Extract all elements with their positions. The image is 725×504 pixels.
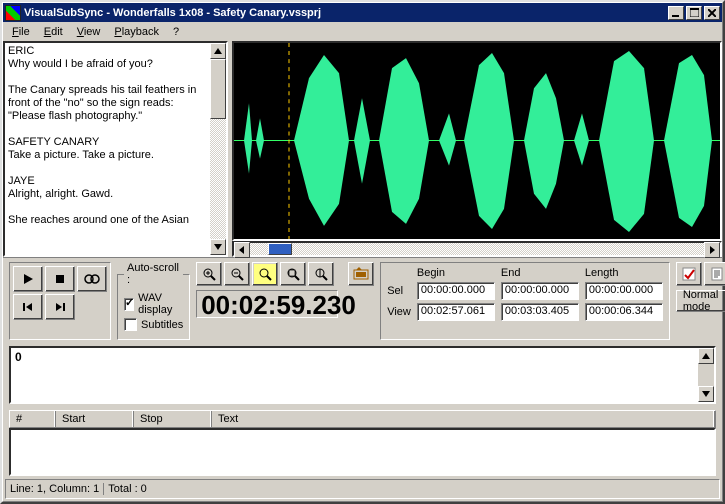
minimize-button[interactable] xyxy=(668,6,684,20)
titlebar[interactable]: VisualSubSync - Wonderfalls 1x08 - Safet… xyxy=(3,3,722,22)
close-button[interactable] xyxy=(704,6,720,20)
zoom-all-button[interactable] xyxy=(280,262,306,286)
zoom-in-button[interactable] xyxy=(196,262,222,286)
error-check-button[interactable] xyxy=(676,262,702,286)
autoscroll-group: Auto-scroll : WAV display Subtitles xyxy=(117,262,190,340)
script-pane[interactable]: ERIC Why would I be afraid of you? The C… xyxy=(3,41,228,257)
waveform-display[interactable] xyxy=(232,41,722,241)
app-icon xyxy=(5,5,21,21)
prev-button[interactable] xyxy=(13,294,43,320)
script-scrollbar[interactable] xyxy=(210,43,226,255)
sel-end-field[interactable]: 00:00:00.000 xyxy=(501,282,579,300)
statusbar: Line: 1, Column: 1 Total : 0 xyxy=(5,479,720,499)
status-total: Total : 0 xyxy=(108,483,147,495)
view-end-field[interactable]: 00:03:03.405 xyxy=(501,303,579,321)
autoscroll-wav-checkbox[interactable]: WAV display xyxy=(124,292,183,316)
scroll-down-button[interactable] xyxy=(210,239,226,255)
col-stop[interactable]: Stop xyxy=(134,411,212,427)
stop-button[interactable] xyxy=(45,266,75,292)
sel-length-field[interactable]: 00:00:00.000 xyxy=(585,282,663,300)
label-sel: Sel xyxy=(387,285,411,297)
scroll-up-button[interactable] xyxy=(210,43,226,59)
menubar: File Edit View Playback ? xyxy=(3,22,722,41)
label-end: End xyxy=(501,267,579,279)
play-button[interactable] xyxy=(13,266,43,292)
menu-file[interactable]: File xyxy=(5,24,37,40)
script-text: ERIC Why would I be afraid of you? The C… xyxy=(5,43,210,255)
mode-button[interactable]: Normal mode xyxy=(676,290,725,312)
col-num[interactable]: # xyxy=(10,411,56,427)
view-begin-field[interactable]: 00:02:57.061 xyxy=(417,303,495,321)
label-length: Length xyxy=(585,267,663,279)
menu-help[interactable]: ? xyxy=(166,24,186,40)
zoom-out-button[interactable] xyxy=(224,262,250,286)
col-start[interactable]: Start xyxy=(56,411,134,427)
loop-button[interactable] xyxy=(77,266,107,292)
menu-playback[interactable]: Playback xyxy=(107,24,166,40)
hscroll-thumb[interactable] xyxy=(268,243,292,255)
script-panel-button[interactable] xyxy=(704,262,725,286)
status-line-col: Line: 1, Column: 1 xyxy=(10,483,104,495)
subtitle-grid-header[interactable]: # Start Stop Text xyxy=(9,410,716,428)
timecode-display: 00:02:59.230 xyxy=(196,290,338,318)
window-title: VisualSubSync - Wonderfalls 1x08 - Safet… xyxy=(24,7,668,19)
scene-change-button[interactable] xyxy=(348,262,374,286)
label-begin: Begin xyxy=(417,267,495,279)
waveform-hscroll[interactable] xyxy=(232,241,722,257)
autoscroll-legend: Auto-scroll : xyxy=(124,262,183,286)
next-button[interactable] xyxy=(45,294,75,320)
zoom-vert-button[interactable] xyxy=(308,262,334,286)
subtitle-index: 0 xyxy=(15,350,22,364)
subtitle-grid-body[interactable] xyxy=(9,428,716,476)
scroll-thumb[interactable] xyxy=(210,59,226,119)
menu-edit[interactable]: Edit xyxy=(37,24,70,40)
maximize-button[interactable] xyxy=(686,6,702,20)
zoom-sel-button[interactable] xyxy=(252,262,278,286)
autoscroll-subs-checkbox[interactable]: Subtitles xyxy=(124,318,183,331)
menu-view[interactable]: View xyxy=(70,24,108,40)
view-length-field[interactable]: 00:00:06.344 xyxy=(585,303,663,321)
sel-begin-field[interactable]: 00:00:00.000 xyxy=(417,282,495,300)
hscroll-right-button[interactable] xyxy=(704,242,720,258)
col-text[interactable]: Text xyxy=(212,411,715,427)
edit-scrollbar[interactable] xyxy=(698,348,714,402)
hscroll-left-button[interactable] xyxy=(234,242,250,258)
label-view: View xyxy=(387,306,411,318)
subtitle-edit-area[interactable]: 0 xyxy=(9,346,716,404)
